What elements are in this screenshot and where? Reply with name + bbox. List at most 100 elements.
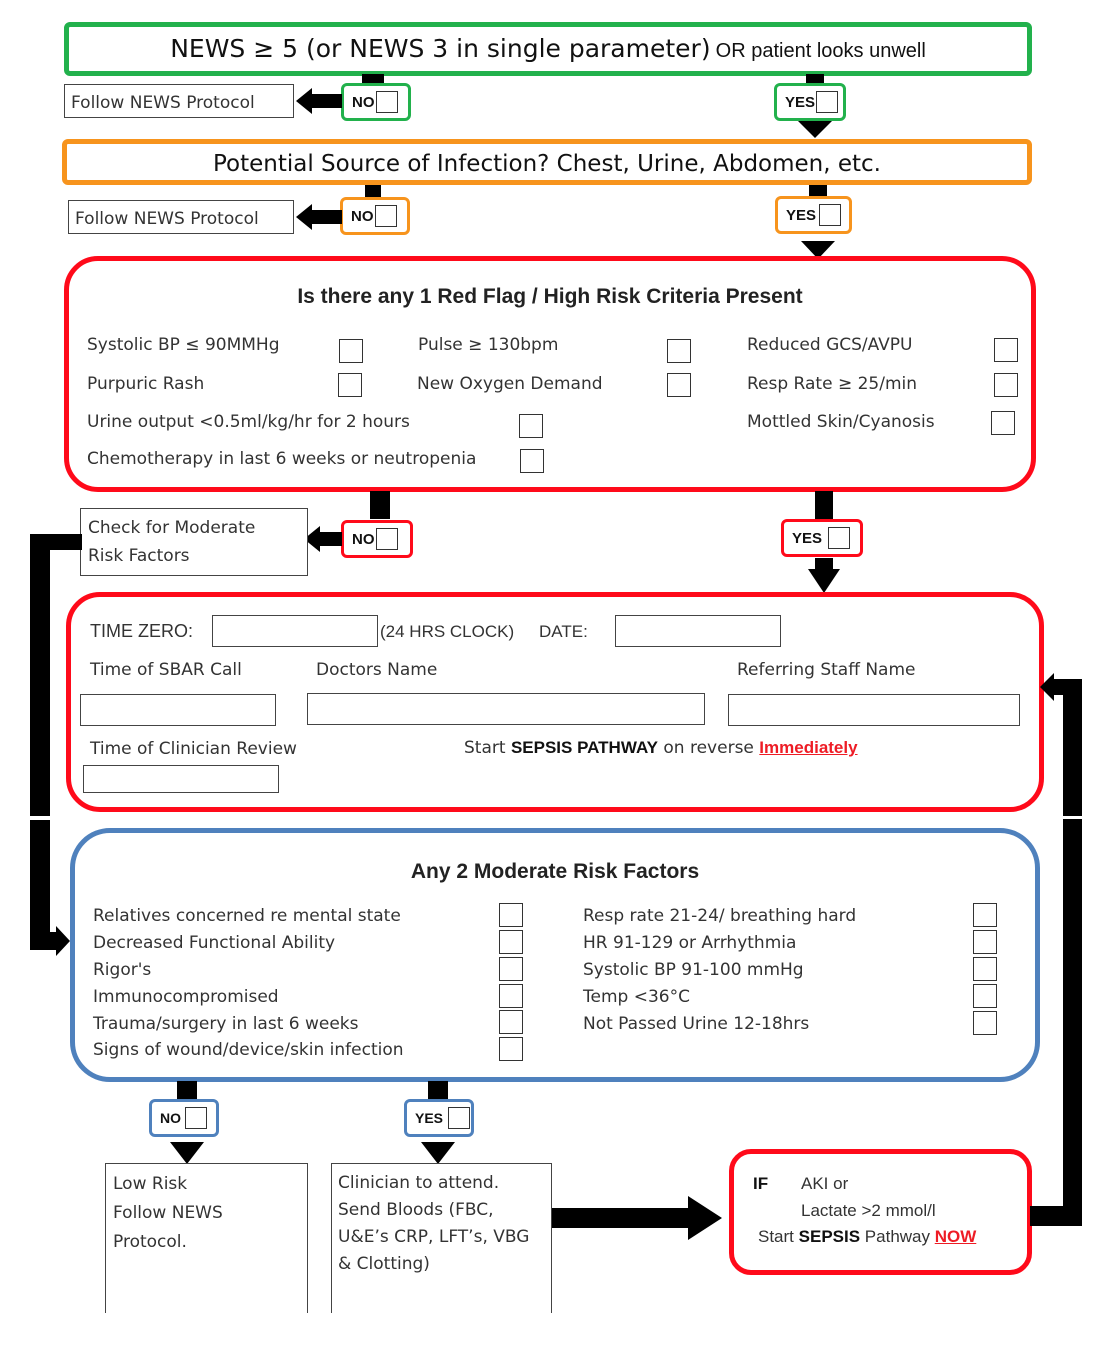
criterion-label: Purpuric Rash [87,374,205,394]
page-break [0,816,1110,819]
no-label: NO [351,207,374,225]
clinician-review-label: Time of Clinician Review [90,739,297,759]
news-criteria-title: NEWS ≥ 5 (or NEWS 3 in single parameter) [170,34,711,63]
infection-source-title: Potential Source of Infection? Chest, Ur… [212,151,881,177]
sbar-time-field[interactable] [80,694,276,726]
referring-staff-label: Referring Staff Name [737,660,916,680]
yes-label: YES [785,93,816,111]
criterion-checkbox[interactable] [667,339,691,363]
step2-no-checkbox[interactable] [374,205,397,227]
clinician-attend-box: Clinician to attend. Send Bloods (FBC, U… [331,1163,552,1313]
arrow-shaft [312,210,342,224]
loop-connector [1063,679,1082,816]
no-label: NO [352,530,375,548]
check-moderate-box: Check for Moderate Risk Factors [80,508,308,576]
moderate-factor-label: Trauma/surgery in last 6 weeks [93,1014,359,1034]
step1-yes-option[interactable]: YES [774,83,846,121]
news-criteria-box: NEWS ≥ 5 (or NEWS 3 in single parameter)… [64,22,1032,76]
connector [370,491,390,519]
clinician-review-field[interactable] [83,765,279,793]
if-aki-box: IF AKI or Lactate >2 mmol/l Start SEPSIS… [729,1149,1032,1275]
clock-note: (24 HRS CLOCK) [380,622,515,641]
doctors-name-label: Doctors Name [316,660,438,680]
moderate-factor-checkbox[interactable] [499,957,523,981]
arrow-left-icon [1040,673,1054,701]
moderate-factor-checkbox[interactable] [499,1010,523,1034]
red-flag-title: Is there any 1 Red Flag / High Risk Crit… [297,285,803,308]
lactate-condition: Lactate >2 mmol/l [801,1201,936,1220]
doctors-name-field[interactable] [307,693,705,725]
criterion-checkbox[interactable] [991,411,1015,435]
criterion-checkbox[interactable] [994,373,1018,397]
start-sepsis-instruction: Start SEPSIS PATHWAY on reverse Immediat… [464,738,858,758]
moderate-yes-checkbox[interactable] [448,1107,471,1129]
arrow-left-icon [296,88,312,114]
moderate-factor-label: Temp <36°C [583,987,690,1007]
moderate-factor-checkbox[interactable] [973,1011,997,1035]
arrow-shaft [552,1208,690,1228]
moderate-factor-label: Not Passed Urine 12-18hrs [583,1014,810,1034]
time-zero-field[interactable] [212,615,378,647]
date-label: DATE: [539,622,588,641]
arrow-right-icon [688,1196,722,1240]
arrow-down-icon [808,569,840,593]
criterion-checkbox[interactable] [520,449,544,473]
step1-no-action: Follow NEWS Protocol [64,84,294,118]
step2-no-option[interactable]: NO [340,197,410,235]
yes-label: YES [415,1110,444,1126]
moderate-factor-checkbox[interactable] [973,930,997,954]
moderate-no-option[interactable]: NO [149,1099,219,1137]
time-zero-label: TIME ZERO: [90,621,193,641]
infection-source-box: Potential Source of Infection? Chest, Ur… [62,139,1032,185]
arrow-shaft [312,94,342,108]
step2-yes-checkbox[interactable] [819,204,842,226]
moderate-factor-label: HR 91-129 or Arrhythmia [583,933,797,953]
criterion-checkbox[interactable] [338,373,362,397]
if-label: IF [753,1174,769,1193]
step1-no-checkbox[interactable] [375,91,398,113]
criterion-label: Urine output <0.5ml/kg/hr for 2 hours [87,412,410,432]
moderate-risk-title: Any 2 Moderate Risk Factors [410,860,700,883]
referring-staff-field[interactable] [728,694,1020,726]
moderate-factor-checkbox[interactable] [499,984,523,1008]
criterion-checkbox[interactable] [339,339,363,363]
step2-no-action: Follow NEWS Protocol [68,200,294,234]
moderate-factor-checkbox[interactable] [973,984,997,1008]
red-flag-yes-checkbox[interactable] [828,527,851,549]
arrow-down-icon [170,1142,204,1164]
arrow-down-icon [798,121,832,138]
moderate-factor-label: Rigor's [93,960,152,980]
loop-connector [30,932,58,950]
step1-no-option[interactable]: NO [341,83,411,121]
red-flag-yes-option[interactable]: YES [781,519,863,557]
date-field[interactable] [615,615,781,647]
moderate-factor-checkbox[interactable] [499,930,523,954]
step1-yes-checkbox[interactable] [816,91,839,113]
moderate-factor-checkbox[interactable] [499,903,523,927]
moderate-no-checkbox[interactable] [185,1107,207,1129]
criterion-checkbox[interactable] [994,338,1018,362]
moderate-factor-checkbox[interactable] [499,1037,523,1061]
moderate-factor-label: Signs of wound/device/skin infection [93,1040,404,1060]
red-flag-no-option[interactable]: NO [341,520,413,558]
criterion-label: Pulse ≥ 130bpm [418,335,559,355]
step2-yes-option[interactable]: YES [775,196,852,234]
no-label: NO [352,93,375,111]
criterion-label: New Oxygen Demand [417,374,603,394]
criterion-checkbox[interactable] [519,414,543,438]
criterion-label: Chemotherapy in last 6 weeks or neutrope… [87,449,477,469]
moderate-factor-checkbox[interactable] [973,903,997,927]
moderate-yes-option[interactable]: YES [404,1099,474,1137]
time-zero-box: TIME ZERO: (24 HRS CLOCK) DATE: Time of … [66,592,1044,812]
criterion-label: Reduced GCS/AVPU [747,335,913,355]
low-risk-box: Low Risk Follow NEWS Protocol. [105,1163,308,1313]
criterion-label: Systolic BP ≤ 90MMHg [87,335,280,355]
red-flag-no-checkbox[interactable] [375,528,398,550]
moderate-factor-checkbox[interactable] [973,957,997,981]
connector [177,1081,197,1100]
moderate-factor-label: Decreased Functional Ability [93,933,336,953]
start-sepsis-now: Start SEPSIS Pathway NOW [758,1227,977,1246]
arrow-down-icon [421,1142,455,1164]
criterion-checkbox[interactable] [667,373,691,397]
red-flag-box: Is there any 1 Red Flag / High Risk Crit… [64,256,1036,492]
